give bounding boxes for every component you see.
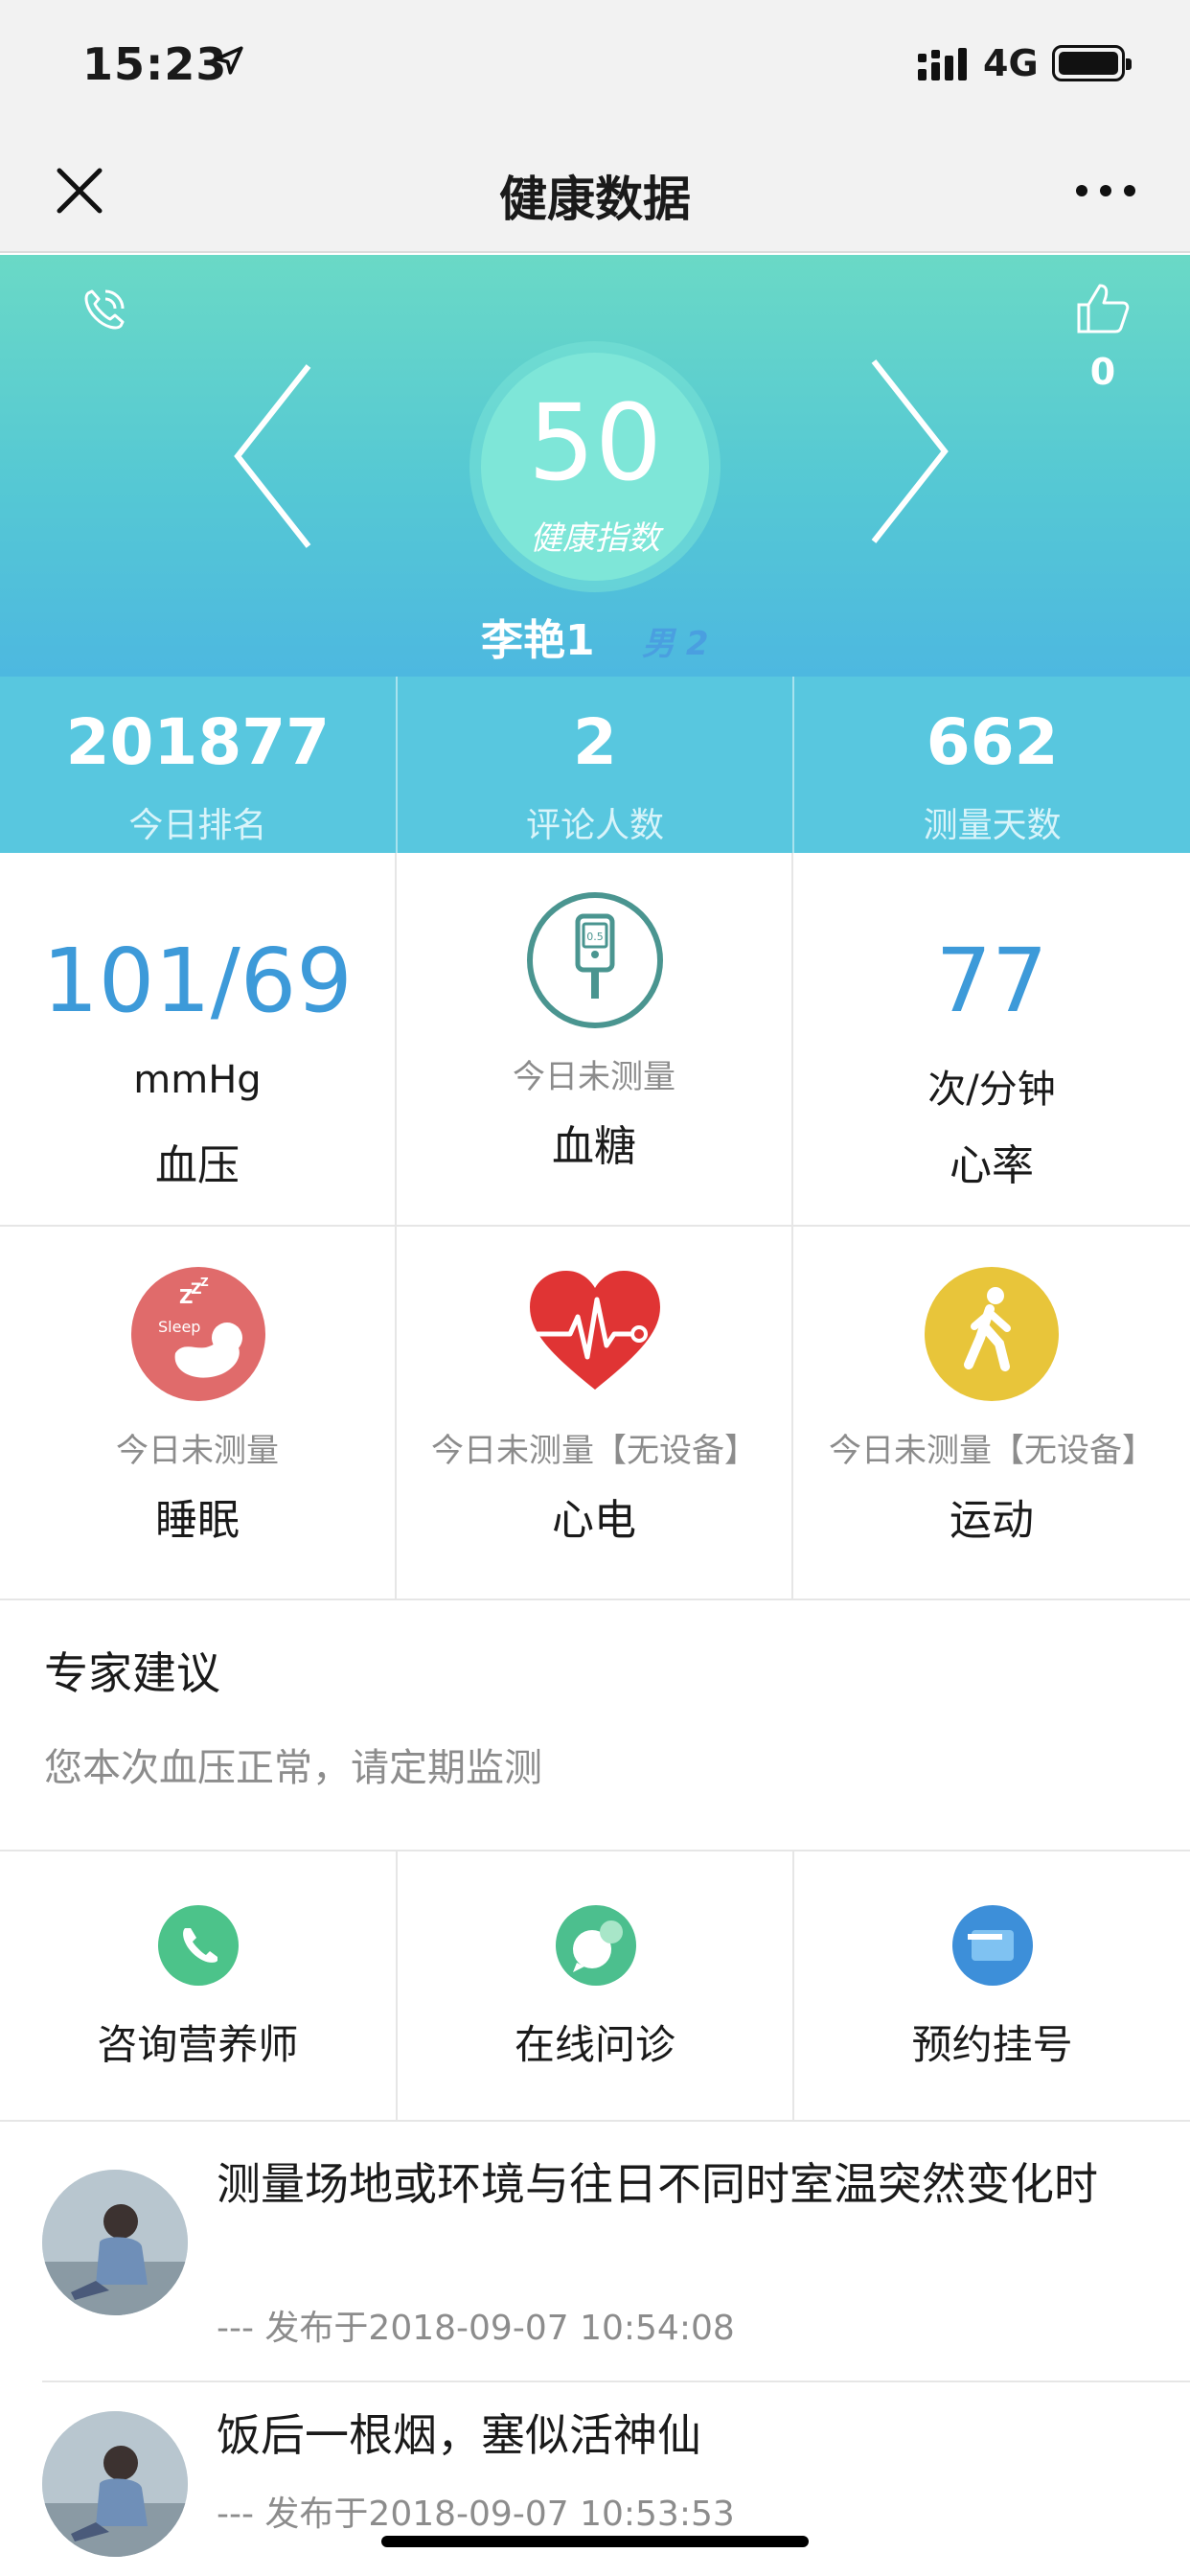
avatar [42, 2411, 188, 2557]
service-label: 在线问诊 [515, 2021, 676, 2068]
services-row: 咨询营养师 在线问诊 预约挂号 [0, 1852, 1190, 2122]
article-item[interactable]: 测量场地或环境与往日不同时室温突然变化时 --- 发布于2018-09-07 1… [0, 2122, 1190, 2382]
stat-value: 201877 [65, 705, 331, 779]
article-title: 测量场地或环境与往日不同时室温突然变化时 [217, 2158, 1098, 2210]
stat-label: 今日排名 [128, 806, 267, 845]
ecg-status: 今日未测量【无设备】 [431, 1432, 757, 1470]
signal-icon [918, 48, 967, 80]
thumbs-up-icon[interactable] [1073, 278, 1133, 337]
stat-measure-days: 662 测量天数 [794, 677, 1190, 853]
health-index-hero: 0 50 健康指数 李艳1 男 2 [0, 255, 1190, 677]
metric-sleep[interactable]: Sleep Z Z Z 今日未测量 睡眠 [0, 1227, 397, 1600]
metric-exercise[interactable]: 今日未测量【无设备】 运动 [793, 1227, 1190, 1600]
stat-value: 662 [926, 705, 1059, 779]
health-score-value: 50 [528, 381, 662, 504]
blood-pressure-value: 101/69 [42, 930, 353, 1032]
article-title: 饭后一根烟，塞似活神仙 [217, 2409, 701, 2461]
user-gender: 男 2 [642, 625, 709, 663]
service-appointment[interactable]: 预约挂号 [794, 1852, 1190, 2120]
blood-sugar-label: 血糖 [552, 1122, 636, 1171]
avatar [42, 2170, 188, 2315]
metric-heart-rate[interactable]: 77 次/分钟 心率 [793, 853, 1190, 1227]
ecg-heart-icon [530, 1271, 660, 1390]
stats-row: 201877 今日排名 2 评论人数 662 测量天数 [0, 677, 1190, 853]
heart-rate-unit: 次/分钟 [927, 1068, 1056, 1112]
nav-bar: 健康数据 [0, 126, 1190, 253]
health-score-circle: 50 健康指数 [481, 353, 709, 581]
card-icon [952, 1905, 1034, 1986]
metric-blood-pressure[interactable]: 101/69 mmHg 血压 [0, 853, 397, 1227]
article-date: --- 发布于2018-09-07 10:53:53 [217, 2495, 735, 2534]
metrics-grid: 101/69 mmHg 血压 0.5 今日未测量 血糖 77 次/分钟 心率 S… [0, 853, 1190, 1600]
service-nutritionist[interactable]: 咨询营养师 [0, 1852, 398, 2120]
page-title: 健康数据 [499, 172, 691, 227]
phone-call-icon[interactable] [77, 284, 130, 337]
chevron-left-icon[interactable] [230, 360, 316, 552]
expert-advice: 专家建议 您本次血压正常，请定期监测 [0, 1600, 1190, 1852]
phone-icon [158, 1905, 239, 1986]
more-icon[interactable] [1075, 184, 1136, 197]
ecg-label: 心电 [552, 1496, 636, 1545]
stat-ranking: 201877 今日排名 [0, 677, 398, 853]
status-time: 15:23 [82, 38, 228, 90]
glucose-meter-icon: 0.5 [527, 892, 663, 1028]
network-type: 4G [983, 42, 1039, 84]
like-count: 0 [1089, 351, 1116, 393]
service-online-consult[interactable]: 在线问诊 [398, 1852, 795, 2120]
metric-blood-sugar[interactable]: 0.5 今日未测量 血糖 [397, 853, 793, 1227]
home-indicator [381, 2536, 809, 2547]
stat-commenters: 2 评论人数 [398, 677, 795, 853]
svg-text:0.5: 0.5 [586, 931, 604, 943]
sleep-icon: Sleep Z Z Z [131, 1267, 265, 1401]
chevron-right-icon[interactable] [866, 356, 952, 547]
sleep-icon-text: Sleep [158, 1318, 200, 1336]
status-bar: 15:23 4G [0, 0, 1190, 126]
sleep-status: 今日未测量 [116, 1432, 279, 1470]
user-name: 李艳1 [481, 616, 595, 665]
stat-label: 评论人数 [526, 806, 665, 845]
article-date: --- 发布于2018-09-07 10:54:08 [217, 2309, 735, 2348]
stat-value: 2 [573, 705, 617, 779]
exercise-status: 今日未测量【无设备】 [829, 1432, 1155, 1470]
chat-icon [555, 1905, 636, 1986]
service-label: 预约挂号 [911, 2021, 1073, 2068]
exercise-label: 运动 [950, 1496, 1034, 1545]
health-score-label: 健康指数 [530, 519, 660, 558]
stat-label: 测量天数 [923, 806, 1062, 845]
walking-icon [925, 1267, 1059, 1401]
heart-rate-label: 心率 [950, 1141, 1034, 1190]
blood-pressure-unit: mmHg [133, 1058, 262, 1102]
sleep-label: 睡眠 [155, 1496, 240, 1545]
service-label: 咨询营养师 [97, 2021, 299, 2068]
heart-rate-value: 77 [935, 930, 1048, 1032]
advice-text: 您本次血压正常，请定期监测 [44, 1746, 542, 1790]
blood-sugar-status: 今日未测量 [513, 1058, 675, 1096]
location-arrow-icon [215, 46, 243, 75]
blood-pressure-label: 血压 [155, 1141, 240, 1190]
battery-icon [1052, 45, 1132, 81]
svg-text:Z: Z [200, 1276, 209, 1289]
advice-title: 专家建议 [44, 1647, 220, 1699]
metric-ecg[interactable]: 今日未测量【无设备】 心电 [397, 1227, 793, 1600]
